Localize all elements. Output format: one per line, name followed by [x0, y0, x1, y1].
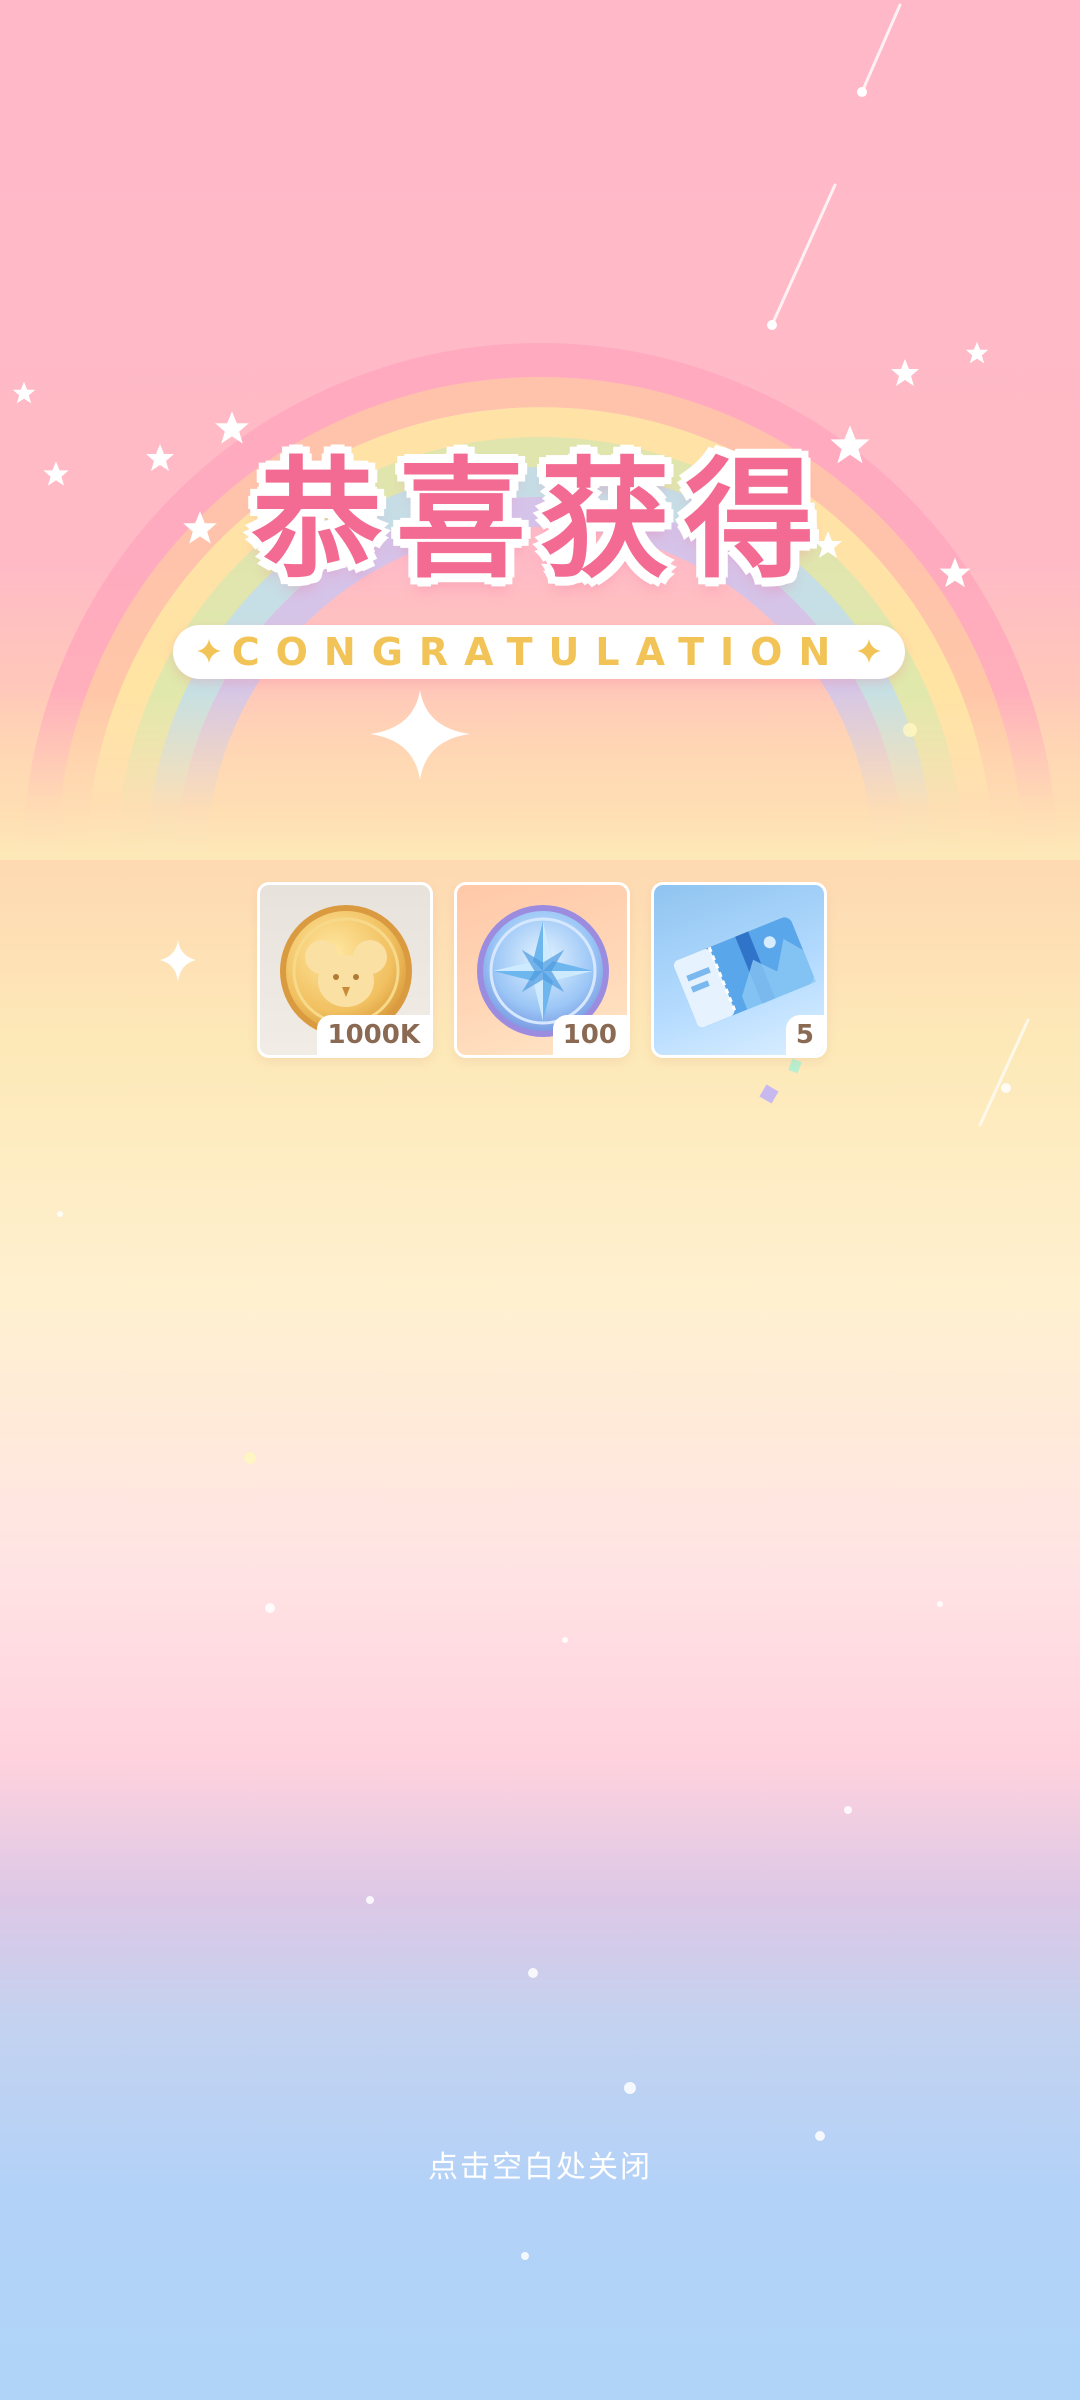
subtitle-text: CONGRATULATION: [231, 630, 847, 674]
reward-card-coin[interactable]: 1000K: [257, 882, 433, 1058]
close-hint[interactable]: 点击空白处关闭: [0, 2142, 1080, 2186]
reward-count: 1000K: [317, 1015, 430, 1055]
reward-count: 100: [552, 1015, 627, 1055]
sparkle-icon: [197, 639, 221, 663]
reward-card-ticket[interactable]: 5: [651, 882, 827, 1058]
sparkle-icon: [857, 639, 881, 663]
reward-popup-overlay[interactable]: 恭喜获得 CONGRATULATION 1000K 100 5 点击空白处关闭: [0, 0, 1080, 2400]
reward-card-compass-medal[interactable]: 100: [454, 882, 630, 1058]
reward-count: 5: [785, 1015, 824, 1055]
subtitle-banner: CONGRATULATION: [173, 625, 905, 679]
rainbow-fade: [0, 690, 1080, 860]
page-title: 恭喜获得: [251, 444, 828, 596]
